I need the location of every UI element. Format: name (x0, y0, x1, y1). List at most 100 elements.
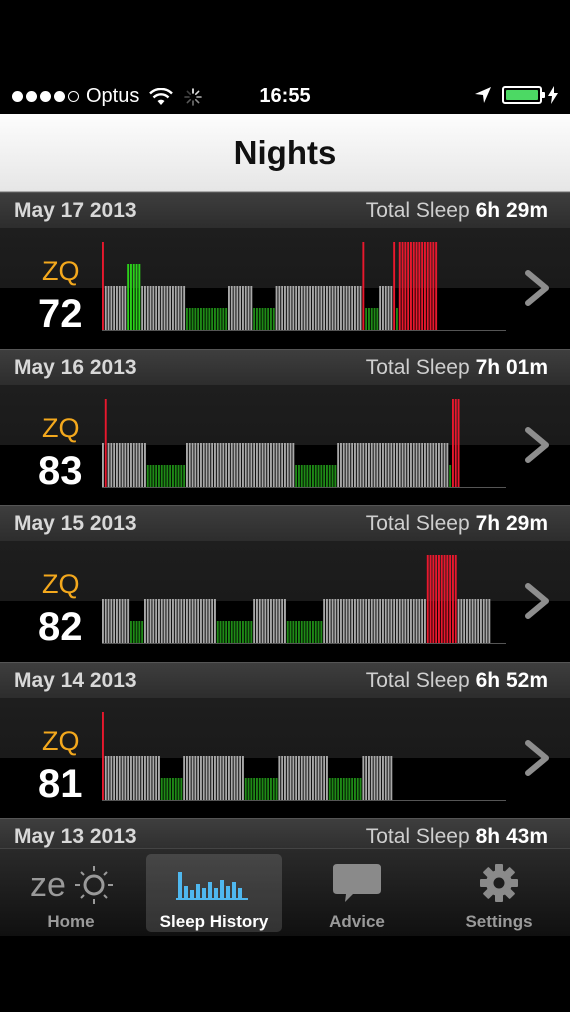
zq-score: 81 (38, 761, 83, 806)
nights-list[interactable]: May 17 2013 Total Sleep 6h 29m ZQ 72 May 16 2… (0, 192, 570, 848)
light-bar (200, 442, 202, 487)
light-bar (146, 286, 149, 330)
light-bar (110, 755, 113, 800)
light-bar (412, 442, 415, 487)
light-bar (407, 442, 410, 487)
light-bar (155, 755, 158, 800)
deep-bar (236, 621, 239, 643)
tab-settings[interactable]: Settings (431, 854, 567, 932)
light-bar (138, 755, 141, 800)
light-bar (328, 286, 331, 330)
light-bar (298, 286, 300, 330)
light-bar (331, 286, 334, 330)
light-bar (340, 599, 342, 643)
light-bar (438, 442, 440, 487)
light-bar (146, 755, 149, 800)
light-bar (242, 286, 244, 330)
deep-bar (306, 621, 309, 643)
light-bar (289, 286, 292, 330)
hypnogram-chart (102, 398, 506, 488)
deep-bar (365, 308, 368, 330)
light-bar (384, 755, 387, 800)
wake-bar (432, 555, 435, 643)
deep-bar (270, 308, 272, 330)
light-bar (180, 286, 183, 330)
deep-bar (328, 464, 331, 487)
light-bar (384, 442, 387, 487)
light-bar (281, 442, 284, 487)
tab-sleep-history-label: Sleep History (159, 912, 269, 931)
deep-bar (216, 308, 219, 330)
light-bar (365, 599, 368, 643)
night-header: May 17 2013 Total Sleep 6h 29m (0, 192, 570, 228)
deep-bar (244, 621, 247, 643)
deep-bar (191, 308, 194, 330)
light-bar (197, 599, 200, 643)
light-bar (317, 286, 320, 330)
wake-bar (404, 242, 407, 330)
light-bar (247, 442, 250, 487)
deep-bar (449, 464, 452, 487)
light-bar (359, 286, 362, 330)
light-bar (348, 599, 351, 643)
tab-advice[interactable]: Advice (289, 854, 425, 932)
light-bar (278, 286, 281, 330)
night-row[interactable]: May 13 2013Total Sleep8h 43mZQ (0, 818, 570, 848)
light-bar (323, 755, 326, 800)
light-bar (379, 599, 382, 643)
light-bar (258, 442, 261, 487)
deep-bar (169, 464, 172, 487)
svg-text:ze: ze (30, 866, 66, 904)
deep-bar (337, 777, 340, 800)
light-bar (376, 599, 379, 643)
light-bar (205, 755, 208, 800)
light-bar (130, 755, 132, 800)
light-bar (256, 442, 258, 487)
light-bar (396, 442, 398, 487)
light-bar (107, 286, 110, 330)
deep-bar (270, 777, 272, 800)
light-bar (163, 286, 166, 330)
tab-sleep-history[interactable]: Sleep History (146, 854, 282, 932)
light-bar (214, 442, 216, 487)
deep-bar (300, 621, 303, 643)
night-header: May 13 2013 Total Sleep 8h 43m (0, 818, 570, 848)
light-bar (382, 286, 384, 330)
light-bar (298, 755, 300, 800)
light-bar (172, 286, 174, 330)
wake-bar (432, 242, 435, 330)
tab-home[interactable]: ze Home (3, 854, 139, 932)
light-bar (166, 599, 169, 643)
deep-bar (306, 464, 309, 487)
light-bar (401, 442, 404, 487)
light-bar (286, 286, 289, 330)
rem-bar (135, 264, 138, 330)
light-bar (186, 599, 188, 643)
light-bar (390, 599, 393, 643)
light-bar (281, 599, 284, 643)
light-bar (410, 442, 412, 487)
light-bar (432, 442, 435, 487)
battery-icon (502, 86, 545, 104)
rem-bar (130, 264, 132, 330)
wake-bar (102, 711, 104, 800)
light-bar (309, 286, 312, 330)
deep-bar (373, 308, 376, 330)
total-sleep-label: Total Sleep (365, 355, 470, 379)
chevron-right-icon (525, 583, 549, 619)
night-row[interactable]: May 15 2013 Total Sleep 7h 29m ZQ 82 (0, 505, 570, 662)
light-bar (314, 755, 317, 800)
page-title: Nights (233, 134, 337, 171)
light-bar (272, 599, 275, 643)
night-row[interactable]: May 17 2013 Total Sleep 6h 29m ZQ 72 (0, 192, 570, 349)
light-bar (144, 286, 146, 330)
light-bar (216, 755, 219, 800)
light-bar (205, 599, 208, 643)
light-bar (281, 755, 284, 800)
night-row[interactable]: May 16 2013 Total Sleep 7h 01m ZQ 83 (0, 348, 570, 506)
light-bar (278, 599, 281, 643)
deep-bar (323, 464, 326, 487)
light-bar (113, 286, 116, 330)
night-row[interactable]: May 14 2013 Total Sleep 6h 52m ZQ 81 (0, 661, 570, 819)
night-summary: ZQ 72 (0, 228, 570, 348)
